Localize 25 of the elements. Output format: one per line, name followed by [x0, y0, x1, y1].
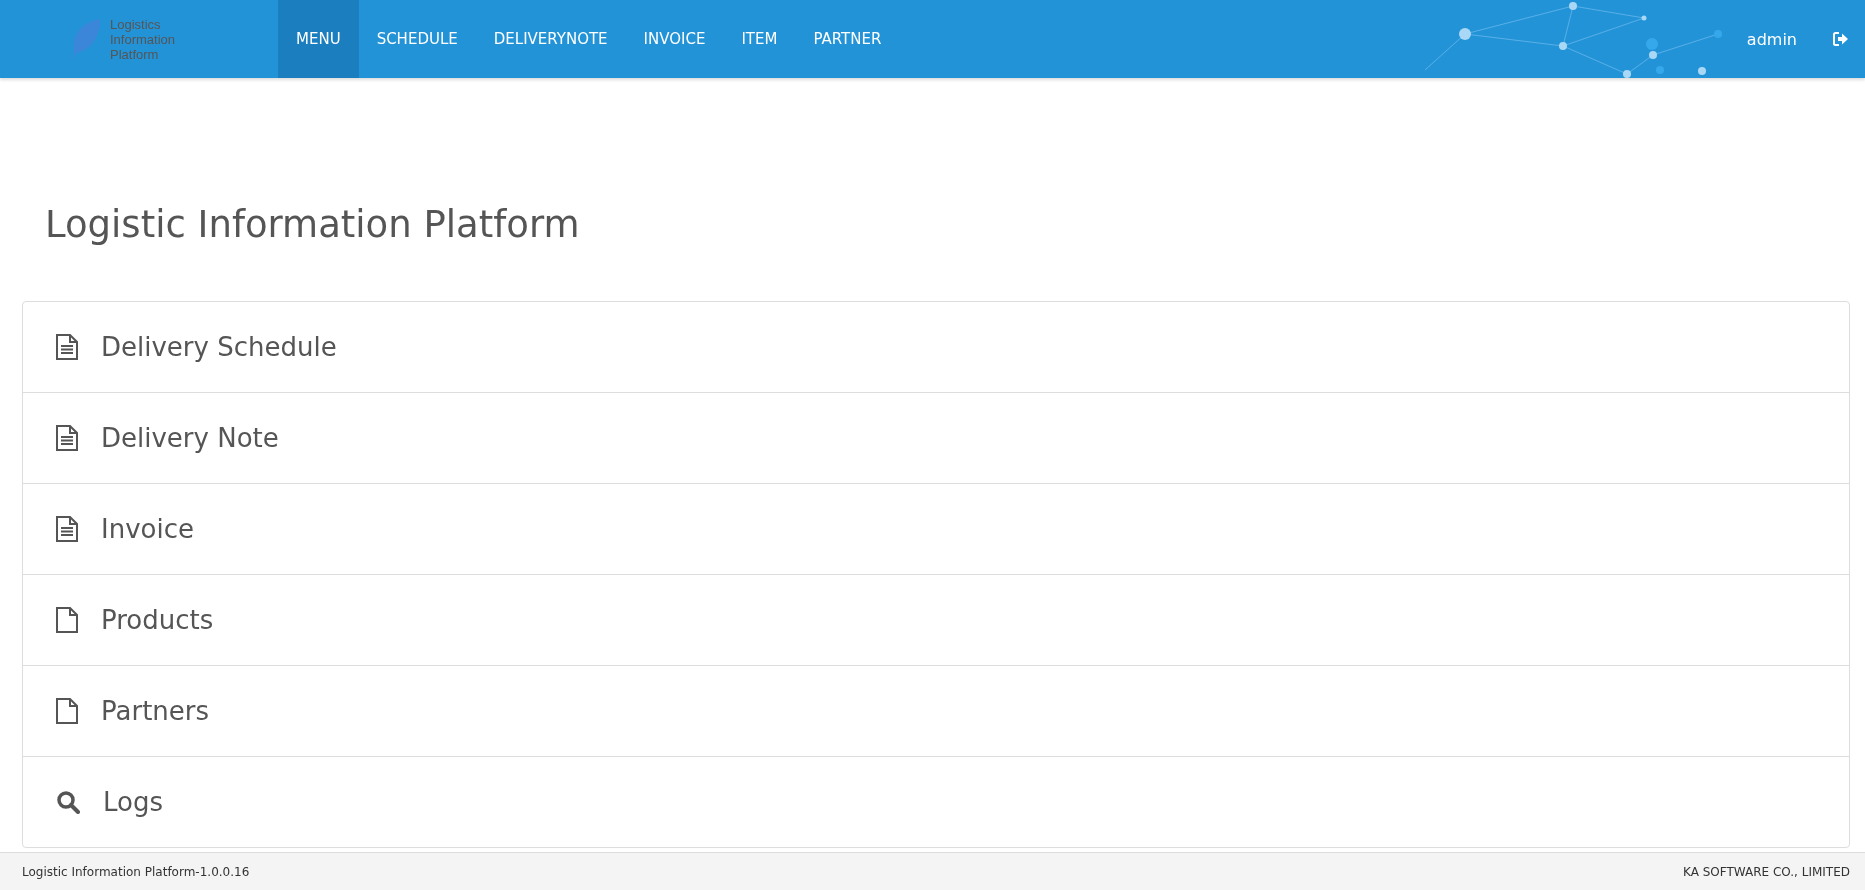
document-icon: [56, 516, 78, 542]
nav-tab[interactable]: ITEM: [723, 0, 796, 78]
blank-document-icon: [56, 607, 78, 633]
menu-list-item[interactable]: Partners: [23, 665, 1849, 756]
username-link[interactable]: admin: [1746, 29, 1797, 49]
menu-list-item[interactable]: Delivery Schedule: [23, 302, 1849, 392]
page-title: Logistic Information Platform: [44, 202, 581, 243]
nav-tab[interactable]: INVOICE: [625, 0, 724, 78]
menu-list-item[interactable]: Delivery Note: [23, 392, 1849, 483]
nav-tab[interactable]: PARTNER: [795, 0, 900, 78]
menu-list-item[interactable]: Logs: [23, 756, 1849, 847]
nav-tab[interactable]: DELIVERYNOTE: [475, 0, 626, 78]
document-icon: [56, 334, 78, 360]
company-text: KA SOFTWARE CO., LIMITED: [1683, 864, 1850, 879]
nav-tab[interactable]: SCHEDULE: [358, 0, 476, 78]
menu-list-item[interactable]: Invoice: [23, 483, 1849, 574]
version-text: Logistic Information Platform-1.0.0.16: [22, 864, 250, 879]
menu-list-item[interactable]: Products: [23, 574, 1849, 665]
search-icon: [56, 790, 80, 814]
leaf-logo-icon: [70, 17, 102, 61]
document-icon: [56, 425, 78, 451]
blank-document-icon: [56, 698, 78, 724]
logo-text: Logistics Information Platform: [110, 16, 176, 62]
logout-icon[interactable]: [1833, 32, 1849, 46]
nav-tab[interactable]: MENU: [278, 0, 359, 78]
